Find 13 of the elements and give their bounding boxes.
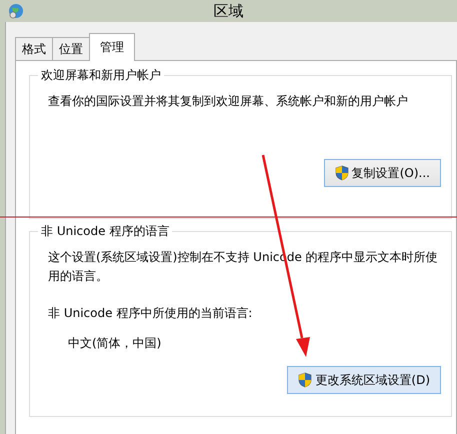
description-text: 查看你的国际设置并将其复制到欢迎屏幕、系统帐户和新的用户帐户 — [48, 93, 409, 110]
shield-icon — [334, 165, 349, 181]
group-title: 非 Unicode 程序的语言 — [38, 223, 172, 239]
language-label: 非 Unicode 程序中所使用的当前语言: — [48, 305, 254, 322]
window-title: 区域 — [214, 1, 244, 22]
tab[interactable]: 格式 — [15, 37, 53, 60]
shield-icon — [298, 372, 312, 388]
globe-icon — [8, 3, 24, 19]
tab[interactable]: 管理 — [89, 33, 135, 61]
group-title: 欢迎屏幕和新用户帐户 — [38, 67, 164, 83]
language-value: 中文(简体，中国) — [68, 335, 162, 352]
settings-button[interactable]: 复制设置(O)... — [324, 159, 441, 187]
settings-button[interactable]: 更改系统区域设置(D) — [287, 366, 441, 394]
